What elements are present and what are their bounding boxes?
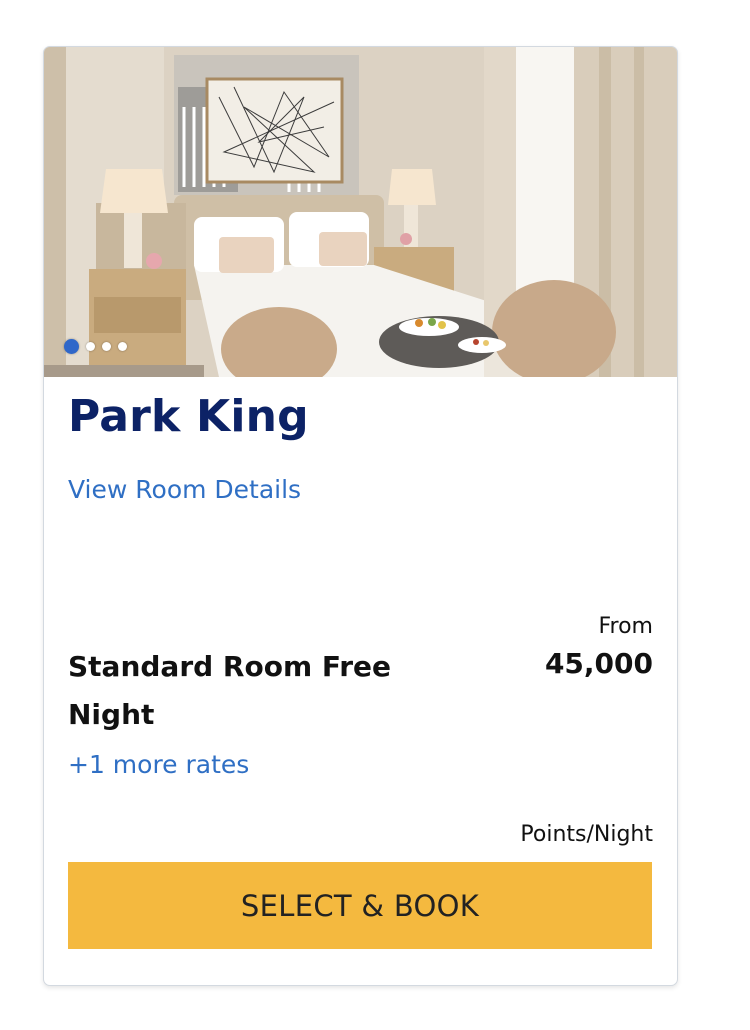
room-photo[interactable]	[44, 47, 677, 377]
carousel-dot-1[interactable]	[64, 339, 79, 354]
room-photo-illustration	[44, 47, 677, 377]
price-from-label: From	[598, 614, 653, 639]
price-unit-label: Points/Night	[520, 822, 653, 847]
carousel-indicators	[64, 339, 127, 354]
carousel-dot-2[interactable]	[86, 342, 95, 351]
carousel-dot-4[interactable]	[118, 342, 127, 351]
room-card: Park King View Room Details From Standar…	[43, 46, 678, 986]
carousel-dot-3[interactable]	[102, 342, 111, 351]
view-room-details-link[interactable]: View Room Details	[68, 475, 301, 504]
room-title: Park King	[68, 391, 309, 442]
more-rates-link[interactable]: +1 more rates	[68, 750, 249, 779]
price-value: 45,000	[544, 647, 653, 680]
rate-name: Standard Room Free Night	[68, 650, 391, 731]
select-and-book-button[interactable]: SELECT & BOOK	[68, 862, 652, 949]
